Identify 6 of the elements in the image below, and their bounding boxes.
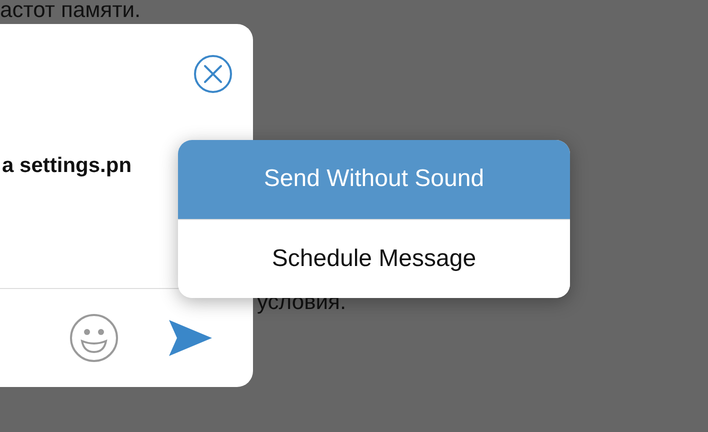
emoji-icon[interactable] [69, 313, 119, 363]
menu-item[interactable]: Schedule Message [178, 218, 570, 298]
background-text: астот памяти. [0, 0, 141, 23]
file-name: a settings.pn [2, 154, 132, 178]
send-icon[interactable] [167, 318, 213, 358]
close-icon[interactable] [193, 54, 233, 94]
